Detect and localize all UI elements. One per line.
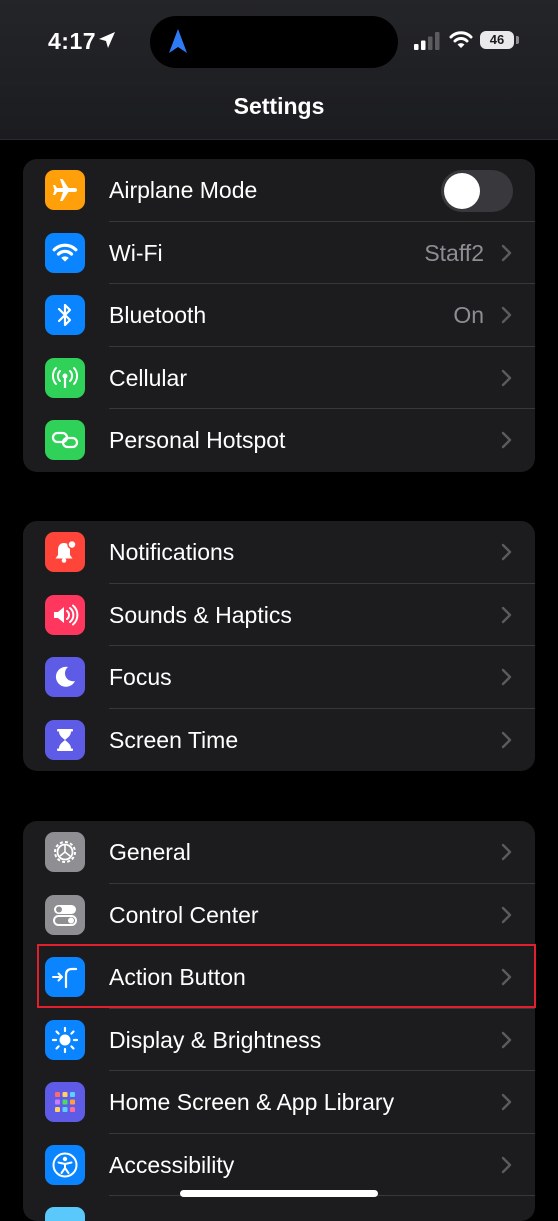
toggle-knob bbox=[444, 173, 480, 209]
settings-row-notifications[interactable]: Notifications bbox=[23, 521, 535, 584]
chevron-right-icon bbox=[501, 843, 513, 866]
row-label: Notifications bbox=[109, 539, 235, 565]
bluetooth-icon bbox=[45, 295, 85, 335]
row-label: Action Button bbox=[109, 964, 246, 990]
page-title: Settings bbox=[233, 93, 325, 119]
chevron-right-icon bbox=[501, 306, 513, 329]
partial-icon bbox=[45, 1207, 85, 1221]
battery-icon: 46 bbox=[480, 31, 514, 49]
signal-icon bbox=[414, 32, 440, 55]
row-value: Staff2 bbox=[424, 239, 484, 266]
settings-row-action-button[interactable]: Action Button bbox=[23, 946, 535, 1009]
chevron-right-icon bbox=[501, 1093, 513, 1116]
gear-icon bbox=[45, 832, 85, 872]
settings-row-control-center[interactable]: Control Center bbox=[23, 884, 535, 946]
chevron-right-icon bbox=[501, 244, 513, 267]
chevron-right-icon bbox=[501, 731, 513, 754]
hotspot-icon bbox=[45, 420, 85, 460]
row-label: Sounds & Haptics bbox=[109, 601, 292, 628]
accessibility-icon bbox=[45, 1144, 85, 1185]
settings-row-wifi[interactable]: Wi-Fi Staff2 bbox=[23, 222, 535, 284]
moon-icon bbox=[45, 657, 85, 697]
general-group: General Control Center Action Button Dis… bbox=[23, 821, 535, 1221]
row-label: Screen Time bbox=[109, 726, 239, 753]
switches-icon bbox=[45, 894, 85, 935]
status-time: 4:17 bbox=[48, 28, 97, 54]
chevron-right-icon bbox=[501, 1031, 513, 1054]
row-label: Wi-Fi bbox=[109, 239, 163, 266]
airplane-mode-toggle[interactable] bbox=[441, 170, 513, 212]
speaker-icon bbox=[45, 594, 85, 635]
settings-row-personal-hotspot[interactable]: Personal Hotspot bbox=[23, 409, 535, 472]
chevron-right-icon bbox=[501, 1156, 513, 1179]
chevron-right-icon bbox=[501, 369, 513, 392]
airplane-icon bbox=[45, 170, 85, 210]
chevron-right-icon bbox=[501, 543, 513, 566]
row-label: Bluetooth bbox=[109, 302, 207, 328]
chevron-right-icon bbox=[501, 968, 513, 991]
settings-row-focus[interactable]: Focus bbox=[23, 646, 535, 709]
location-arrow-icon bbox=[98, 31, 116, 54]
notifications-group: Notifications Sounds & Haptics Focus Scr… bbox=[23, 521, 535, 771]
app-grid-icon bbox=[45, 1082, 85, 1122]
chevron-right-icon bbox=[501, 606, 513, 629]
wifi-icon bbox=[45, 232, 85, 273]
hourglass-icon bbox=[45, 719, 85, 760]
action-button-icon bbox=[45, 957, 85, 997]
connectivity-group: Airplane Mode Wi-Fi Staff2 Bluetooth On bbox=[23, 159, 535, 472]
row-label: Focus bbox=[109, 664, 172, 690]
bell-icon bbox=[45, 532, 85, 572]
row-label: Display & Brightness bbox=[109, 1026, 322, 1053]
chevron-right-icon bbox=[501, 431, 513, 454]
row-label: Accessibility bbox=[109, 1151, 235, 1178]
settings-row-home-screen[interactable]: Home Screen & App Library bbox=[23, 1071, 535, 1134]
row-label: Airplane Mode bbox=[109, 177, 258, 203]
settings-row-airplane-mode[interactable]: Airplane Mode bbox=[23, 159, 535, 222]
row-label: Personal Hotspot bbox=[109, 427, 286, 453]
cellular-icon bbox=[45, 357, 85, 398]
row-value: On bbox=[453, 302, 484, 328]
dynamic-island[interactable] bbox=[150, 16, 398, 68]
row-label: General bbox=[109, 839, 191, 865]
sun-icon bbox=[45, 1019, 85, 1060]
settings-row-accessibility[interactable]: Accessibility bbox=[23, 1134, 535, 1196]
chevron-right-icon bbox=[501, 668, 513, 691]
battery-cap bbox=[516, 36, 519, 44]
settings-row-general[interactable]: General bbox=[23, 821, 535, 884]
row-label: Cellular bbox=[109, 364, 187, 391]
settings-row-screen-time[interactable]: Screen Time bbox=[23, 709, 535, 772]
settings-row-bluetooth[interactable]: Bluetooth On bbox=[23, 284, 535, 347]
navigation-bar: 4:17 46 Settings bbox=[0, 0, 558, 140]
row-label: Control Center bbox=[109, 901, 259, 928]
chevron-right-icon bbox=[501, 906, 513, 929]
settings-row-cellular[interactable]: Cellular bbox=[23, 347, 535, 409]
settings-row-sounds-haptics[interactable]: Sounds & Haptics bbox=[23, 584, 535, 646]
row-label: Home Screen & App Library bbox=[109, 1089, 395, 1115]
settings-row-display-brightness[interactable]: Display & Brightness bbox=[23, 1009, 535, 1071]
home-indicator[interactable] bbox=[180, 1190, 378, 1197]
wifi-icon bbox=[449, 30, 473, 55]
navigation-icon bbox=[168, 28, 188, 59]
